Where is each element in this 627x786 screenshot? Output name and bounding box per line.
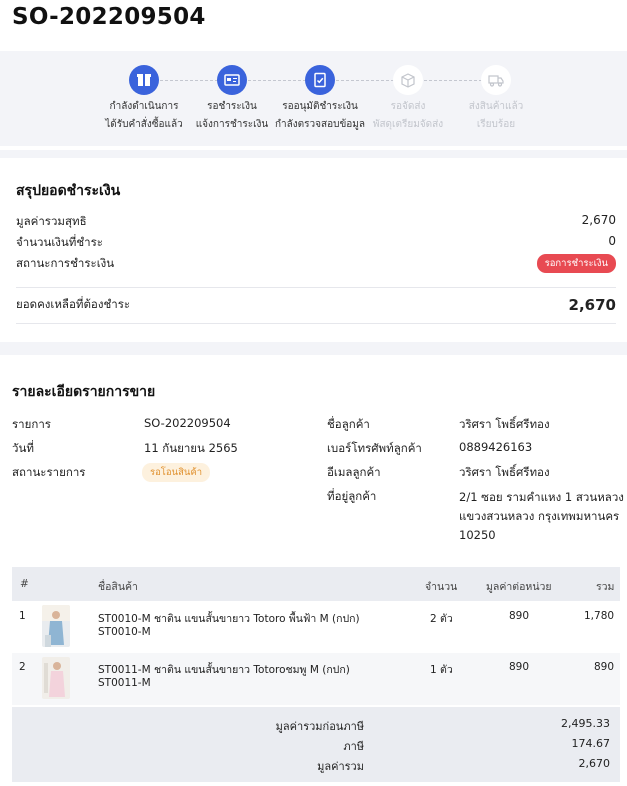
row-index: 1 [19,610,26,622]
balance-row: ยอดคงเหลือที่ต้องชำระ 2,670 [16,296,616,314]
net-total-row: มูลค่ารวมสุทธิ 2,670 [16,213,616,231]
col-index-header: # [20,578,29,590]
step-label-main: กำลังดำเนินการ [109,101,179,112]
paid-amount-label: จำนวนเงินที่ชำระ [16,235,103,249]
table-row[interactable]: 2 ST0011-M ชาติน แขนสั้นขายาว Totoroชมพู… [12,653,620,705]
customer-address-value: 2/1 ซอย รามคำแหง 1 สวนหลวง แขวงสวนหลวง ก… [459,490,624,542]
step-label-main: รออนุมัติชำระเงิน [282,101,358,112]
payment-status-badge: รอการชำระเงิน [536,254,616,273]
customer-phone-label: เบอร์โทรศัพท์ลูกค้า [327,441,422,455]
payment-status-label: สถานะการชำระเงิน [16,255,115,270]
col-product-header: ชื่อสินค้า [98,581,138,593]
item-value: SO-202209504 [144,416,231,430]
summary-divider [16,287,616,288]
step-label-sub: พัสดุเตรียมจัดส่ง [372,119,444,130]
payment-summary-title: สรุปยอดชำระเงิน [16,183,121,199]
net-total-label: มูลค่ารวมสุทธิ [16,214,87,228]
step-label-sub: กำลังตรวจสอบข้อมูล [274,119,366,130]
product-line-total: 1,780 [584,610,615,622]
step-label-main: ส่งสินค้าแล้ว [468,101,524,112]
product-name: ST0010-M ชาติน แขนสั้นขายาว Totoro พื้นฟ… [98,613,360,625]
paid-amount-value: 0 [608,234,616,248]
product-name: ST0011-M ชาติน แขนสั้นขายาว Totoroชมพู M… [98,664,350,676]
step-awaiting-payment: รอชำระเงิน แจ้งการชำระเงิน [184,65,280,131]
product-sku: ST0010-M [98,626,151,638]
date-value: 11 กันยายน 2565 [144,441,238,455]
item-label: รายการ [12,417,51,431]
product-thumbnail [42,605,70,647]
product-line-total: 890 [594,661,615,673]
product-qty: 2 ตัว [430,613,453,625]
product-unit-price: 890 [509,610,530,622]
step-label-main: รอจัดส่ง [390,101,426,112]
balance-label: ยอดคงเหลือที่ต้องชำระ [16,297,131,311]
order-progress-steps: กำลังดำเนินการ ได้รับคำสั่งซื้อแล้ว รอชำ… [0,51,627,146]
summary-divider [16,323,616,324]
step-label-sub: เรียบร้อย [476,119,516,130]
order-totals: มูลค่ารวมก่อนภาษี 2,495.33 ภาษี 174.67 ม… [12,707,620,782]
step-shipped: ส่งสินค้าแล้ว เรียบร้อย [448,65,544,131]
order-status-label: สถานะรายการ [12,465,86,479]
document-check-icon [305,65,335,95]
truck-icon [481,65,511,95]
col-qty-header: จำนวน [425,581,458,593]
subtotal-label: มูลค่ารวมก่อนภาษี [275,720,364,733]
product-qty: 1 ตัว [430,664,453,676]
step-processing: กำลังดำเนินการ ได้รับคำสั่งซื้อแล้ว [96,65,192,131]
col-total-header: รวม [596,581,615,593]
step-label-sub: ได้รับคำสั่งซื้อแล้ว [105,119,183,130]
subtotal-value: 2,495.33 [561,717,610,730]
order-status-badge: รอโอนสินค้า [142,463,211,482]
sales-detail-title: รายละเอียดรายการขาย [12,384,156,400]
table-row[interactable]: 1 ST0010-M ชาติน แขนสั้นขายาว Totoro พื้… [12,601,620,653]
items-table-header: # ชื่อสินค้า จำนวน มูลค่าต่อหน่วย รวม [12,567,620,601]
box-icon [129,65,159,95]
customer-email-label: อีเมลลูกค้า [327,465,381,479]
tax-value: 174.67 [571,737,611,750]
row-index: 2 [19,661,26,673]
step-awaiting-shipment: รอจัดส่ง พัสดุเตรียมจัดส่ง [360,65,456,131]
order-status-badge-wrap: รอโอนสินค้า [142,463,211,482]
order-number-title: SO-202209504 [12,4,206,30]
payment-card-icon [217,65,247,95]
product-thumbnail [42,657,70,699]
package-icon [393,65,423,95]
step-label-sub: แจ้งการชำระเงิน [195,119,269,130]
product-unit-price: 890 [509,661,530,673]
step-payment-approval: รออนุมัติชำระเงิน กำลังตรวจสอบข้อมูล [272,65,368,131]
col-unit-price-header: มูลค่าต่อหน่วย [486,581,552,593]
customer-email-value: วริศรา โพธิ์ศรีทอง [459,465,550,479]
payment-status-row: สถานะการชำระเงิน รอการชำระเงิน [16,254,616,273]
step-label-main: รอชำระเงิน [207,101,257,112]
customer-address-label: ที่อยู่ลูกค้า [327,489,377,503]
date-label: วันที่ [12,441,34,455]
customer-phone-value: 0889426163 [459,440,533,454]
product-sku: ST0011-M [98,677,151,689]
paid-amount-row: จำนวนเงินที่ชำระ 0 [16,234,616,252]
customer-name-label: ชื่อลูกค้า [327,417,370,431]
tax-label: ภาษี [343,740,364,753]
grand-total-label: มูลค่ารวม [317,760,364,773]
customer-name-value: วริศรา โพธิ์ศรีทอง [459,417,550,431]
net-total-value: 2,670 [581,213,616,227]
grand-total-value: 2,670 [578,757,611,770]
balance-value: 2,670 [568,296,616,314]
